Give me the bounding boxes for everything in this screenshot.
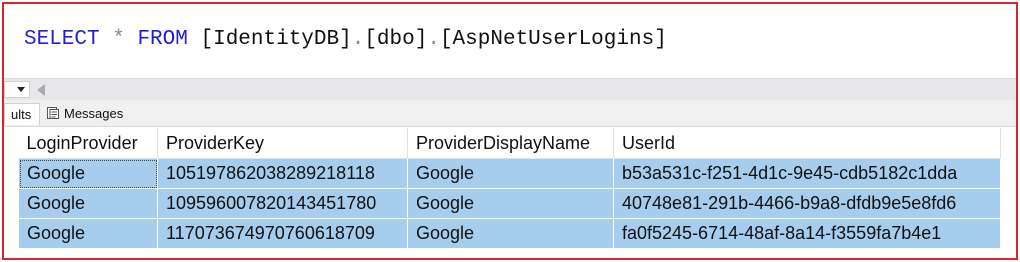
query-token: [IdentityDB]	[200, 28, 352, 51]
table-cell[interactable]: Google	[18, 218, 158, 249]
messages-icon	[47, 107, 59, 119]
table-cell[interactable]: Google	[407, 188, 614, 219]
query-token	[100, 28, 113, 51]
tab-results[interactable]: ults	[4, 103, 40, 125]
table-row[interactable]: Google 105197862038289218118 Google b53a…	[18, 158, 1001, 189]
table-cell[interactable]: Google	[18, 158, 158, 189]
query-token: [dbo]	[364, 28, 428, 51]
table-cell[interactable]: 105197862038289218118	[157, 158, 408, 189]
query-token: .	[427, 28, 440, 51]
query-token: *	[112, 28, 125, 51]
column-header[interactable]: ProviderDisplayName	[407, 128, 614, 159]
query-editor[interactable]: SELECT * FROM [IdentityDB].[dbo].[AspNet…	[4, 4, 1016, 78]
table-row[interactable]: Google 109596007820143451780 Google 4074…	[18, 188, 1001, 219]
query-token: SELECT	[24, 28, 100, 51]
tab-results-label: ults	[11, 107, 32, 122]
table-cell[interactable]: Google	[18, 188, 158, 219]
tab-messages-label: Messages	[64, 106, 124, 121]
query-token: .	[351, 28, 365, 51]
chevron-down-icon	[17, 87, 25, 92]
column-header[interactable]: ProviderKey	[157, 128, 408, 159]
query-token: FROM	[137, 28, 188, 51]
table-cell[interactable]: Google	[407, 158, 614, 189]
results-table: LoginProvider ProviderKey ProviderDispla…	[18, 128, 1001, 249]
table-row[interactable]: Google 117073674970760618709 Google fa0f…	[18, 218, 1001, 249]
editor-scrollbar-row	[4, 78, 1016, 101]
query-token	[188, 28, 201, 51]
results-tab-bar: ults Messages	[4, 100, 1016, 127]
query-token	[125, 28, 138, 51]
table-cell[interactable]: 40748e81-291b-4466-b9a8-dfdb9e5e8fd6	[613, 188, 1001, 219]
screenshot-frame: SELECT * FROM [IdentityDB].[dbo].[AspNet…	[2, 2, 1018, 260]
query-token: [AspNetUserLogins]	[439, 28, 667, 51]
table-cell[interactable]: b53a531c-f251-4d1c-9e45-cdb5182c1dda	[613, 158, 1001, 189]
column-header[interactable]: UserId	[613, 128, 1001, 159]
results-grid[interactable]: LoginProvider ProviderKey ProviderDispla…	[18, 128, 1008, 249]
header-row: LoginProvider ProviderKey ProviderDispla…	[18, 128, 1001, 159]
sql-query[interactable]: SELECT * FROM [IdentityDB].[dbo].[AspNet…	[24, 26, 667, 54]
table-cell[interactable]: 117073674970760618709	[157, 218, 408, 249]
table-cell[interactable]: fa0f5245-6714-48af-8a14-f3559fa7b4e1	[613, 218, 1001, 249]
table-cell[interactable]: Google	[407, 218, 614, 249]
tab-messages[interactable]: Messages	[42, 103, 136, 125]
scroll-left-arrow-icon[interactable]	[37, 84, 45, 96]
column-header[interactable]: LoginProvider	[18, 128, 158, 159]
table-cell[interactable]: 109596007820143451780	[157, 188, 408, 219]
zoom-dropdown[interactable]	[4, 81, 30, 98]
